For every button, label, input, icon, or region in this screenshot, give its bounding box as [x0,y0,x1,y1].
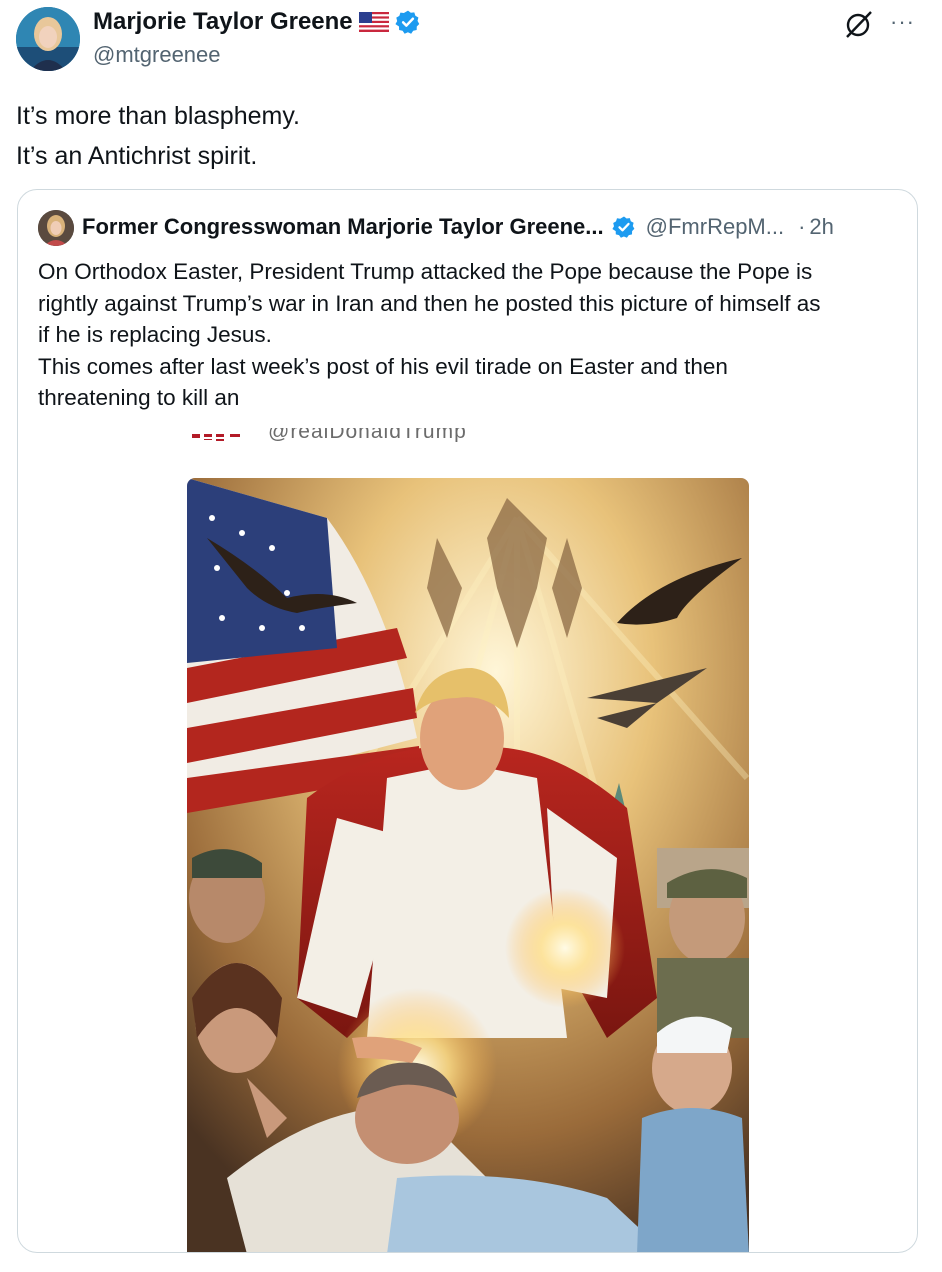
author-name-row[interactable]: Marjorie Taylor Greene [93,8,421,36]
grok-icon[interactable] [843,8,875,40]
more-options-icon[interactable]: ··· [890,11,916,34]
separator-dot: · [798,214,806,239]
tweet-text: It’s more than blasphemy. It’s an Antich… [16,96,300,176]
quote-text: On Orthodox Easter, President Trump atta… [38,256,908,414]
author-name[interactable]: Marjorie Taylor Greene [93,8,353,36]
quote-line: This comes after last week’s post of his… [38,353,728,379]
quoted-media-image[interactable] [187,478,749,1253]
tweet-line: It’s an Antichrist spirit. [16,142,258,170]
media-caption: @realDonaldTrump [268,428,467,442]
quote-author-handle[interactable]: @FmrRepM... [646,214,784,240]
quoted-tweet-card[interactable]: Former Congresswoman Marjorie Taylor Gre… [17,189,918,1253]
quote-line: On Orthodox Easter, President Trump atta… [38,259,813,284]
us-flag-icon [358,12,389,32]
tweet-line: It’s more than blasphemy. [16,102,300,130]
verified-badge-icon [395,10,419,34]
quote-timestamp[interactable]: 2h [809,214,833,240]
quote-avatar-image [38,210,74,246]
quote-line: if he is replacing Jesus. [38,322,272,347]
quote-line: threatening to kill an [38,385,240,410]
verified-badge-icon [612,216,635,238]
author-handle[interactable]: @mtgreenee [93,42,221,68]
quote-author-name[interactable]: Former Congresswoman Marjorie Taylor Gre… [82,214,604,240]
author-avatar-image [16,7,80,71]
caption-flag-fragment [192,434,240,441]
quote-header: Former Congresswoman Marjorie Taylor Gre… [82,214,834,240]
author-avatar[interactable] [16,7,80,71]
quote-author-avatar[interactable] [38,210,74,246]
quote-line: rightly against Trump’s war in Iran and … [38,290,821,316]
